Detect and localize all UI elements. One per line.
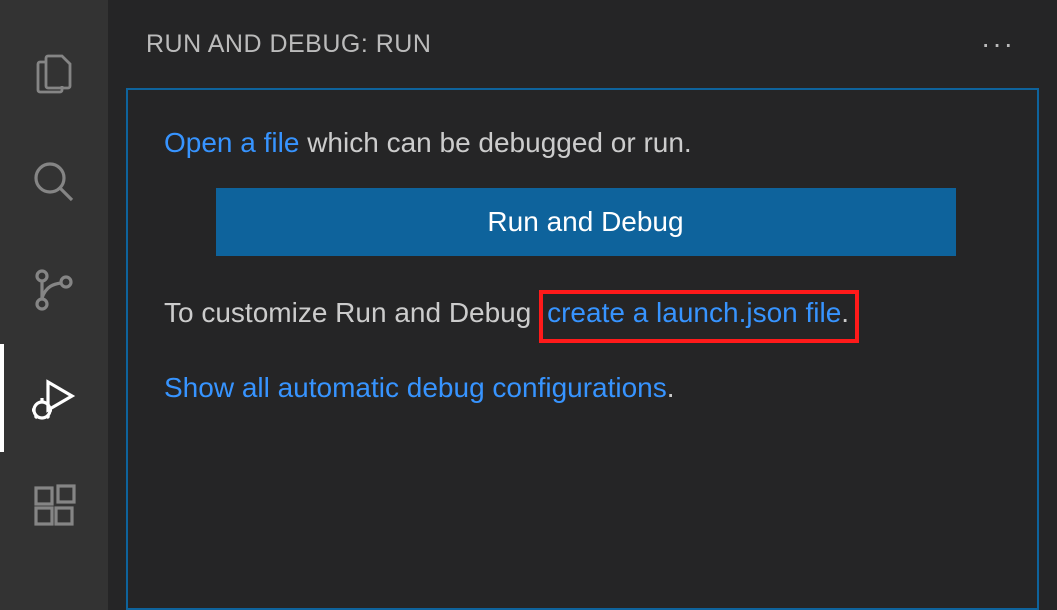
customize-text: To customize Run and Debug [164, 297, 539, 328]
run-and-debug-button[interactable]: Run and Debug [216, 188, 956, 256]
create-launch-highlight: create a launch.json file. [539, 290, 859, 343]
search-icon[interactable] [0, 128, 108, 236]
sidebar-header: RUN AND DEBUG: RUN ··· [108, 0, 1057, 88]
extensions-icon[interactable] [0, 452, 108, 560]
period: . [667, 372, 675, 403]
activity-bar [0, 0, 108, 610]
source-control-icon[interactable] [0, 236, 108, 344]
explorer-icon[interactable] [0, 20, 108, 128]
run-debug-panel: Open a file which can be debugged or run… [126, 88, 1039, 610]
sidebar-title: RUN AND DEBUG: RUN [146, 30, 431, 59]
open-file-line: Open a file which can be debugged or run… [164, 122, 1007, 164]
open-file-text: which can be debugged or run. [299, 127, 691, 158]
customize-line: To customize Run and Debug create a laun… [164, 290, 1007, 343]
show-all-line: Show all automatic debug configurations. [164, 367, 1007, 409]
create-launch-link[interactable]: create a launch.json file [547, 297, 841, 328]
more-actions-icon[interactable]: ··· [981, 28, 1015, 60]
run-debug-sidebar: RUN AND DEBUG: RUN ··· Open a file which… [108, 0, 1057, 610]
run-debug-icon[interactable] [0, 344, 108, 452]
show-all-configs-link[interactable]: Show all automatic debug configurations [164, 372, 667, 403]
period: . [841, 297, 849, 328]
open-file-link[interactable]: Open a file [164, 127, 299, 158]
